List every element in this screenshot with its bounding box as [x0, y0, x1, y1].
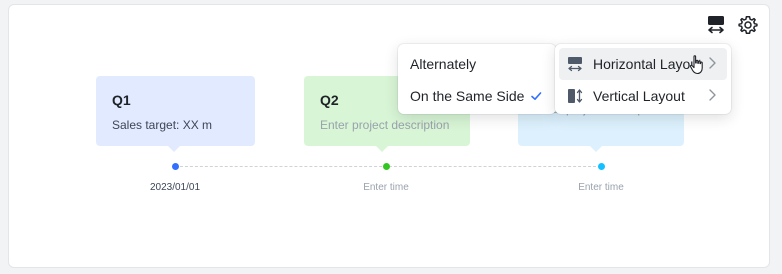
card-description: Enter project description: [320, 118, 450, 132]
layout-horizontal-icon: [708, 16, 724, 34]
settings-button[interactable]: [736, 13, 760, 37]
arrangement-menu: Alternately On the Same Side: [398, 44, 556, 114]
card-title: Q1: [112, 92, 131, 108]
chevron-right-icon: [709, 57, 716, 69]
menu-item-label: Horizontal Layout: [593, 56, 702, 72]
checkmark-icon: [531, 92, 542, 100]
layout-menu: Horizontal Layout Vertical Layout: [555, 44, 731, 114]
timeline-dot-q3[interactable]: [598, 163, 605, 170]
timeline-card-q1[interactable]: Q1 Sales target: XX m: [96, 76, 255, 152]
vertical-layout-icon: [565, 86, 585, 106]
menu-item-label: Alternately: [410, 56, 477, 72]
menu-item-vertical-layout[interactable]: Vertical Layout: [559, 80, 727, 112]
horizontal-layout-icon: [565, 54, 585, 74]
timeline-time[interactable]: 2023/01/01: [125, 182, 225, 193]
menu-item-horizontal-layout[interactable]: Horizontal Layout: [559, 48, 727, 80]
layout-toggle-button[interactable]: [704, 13, 728, 37]
timeline-dot-q2[interactable]: [383, 163, 390, 170]
timeline-time[interactable]: Enter time: [336, 182, 436, 193]
timeline-dot-q1[interactable]: [172, 163, 179, 170]
timeline-time[interactable]: Enter time: [551, 182, 651, 193]
gear-icon: [738, 16, 758, 34]
menu-item-same-side[interactable]: On the Same Side: [402, 80, 552, 112]
menu-item-label: On the Same Side: [410, 88, 525, 104]
hand-cursor-icon: [689, 55, 703, 75]
menu-item-label: Vertical Layout: [593, 88, 685, 104]
menu-item-alternately[interactable]: Alternately: [402, 48, 552, 80]
card-description: Sales target: XX m: [112, 118, 213, 132]
chevron-right-icon: [709, 89, 716, 101]
